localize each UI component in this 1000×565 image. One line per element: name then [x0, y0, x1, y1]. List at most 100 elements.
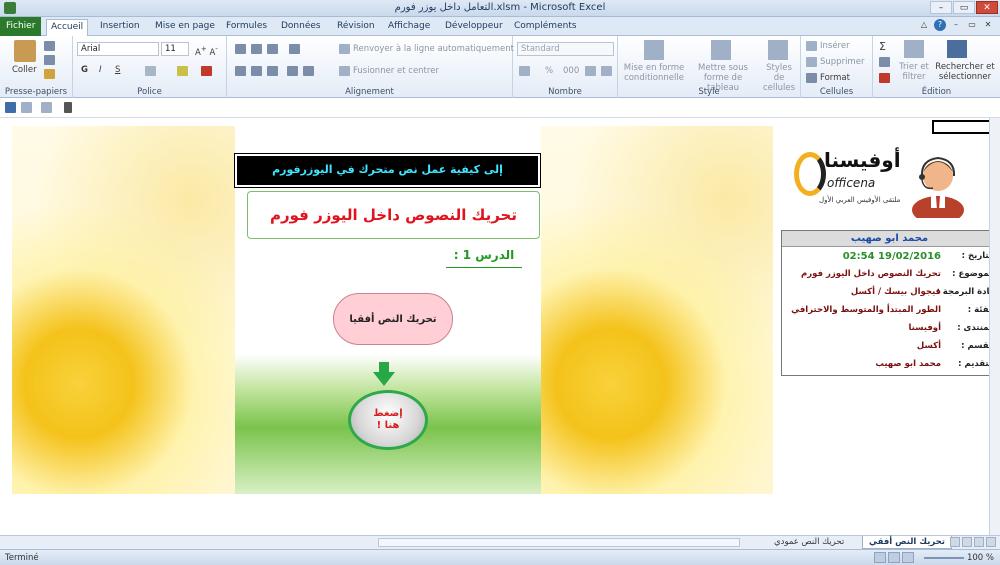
click-here-button[interactable]: إضغط هنا ! — [348, 390, 428, 450]
fill-color-icon[interactable] — [177, 66, 188, 76]
thousands-button[interactable]: 000 — [563, 66, 579, 76]
align-right-icon[interactable] — [267, 66, 278, 76]
group-label-alignment: Alignement — [345, 87, 394, 97]
wrap-text-button[interactable]: Renvoyer à la ligne automatiquement — [353, 44, 514, 54]
quick-access-toolbar — [0, 98, 1000, 118]
minimize-button[interactable]: – — [930, 1, 952, 14]
italic-button[interactable]: I — [99, 65, 102, 75]
sheet-tab-vertical[interactable]: تحريك النص عمودي — [768, 536, 850, 549]
font-size-select[interactable]: 11 — [161, 42, 189, 56]
doc-close-icon[interactable]: ✕ — [982, 19, 994, 31]
decrease-decimal-icon[interactable] — [601, 66, 612, 76]
format-painter-icon[interactable] — [44, 69, 55, 79]
increase-decimal-icon[interactable] — [585, 66, 596, 76]
align-bottom-icon[interactable] — [267, 44, 278, 54]
tab-mise-en-page[interactable]: Mise en page — [151, 19, 219, 36]
sheet-nav-last-icon[interactable] — [986, 537, 996, 547]
tab-developpeur[interactable]: Développeur — [441, 19, 507, 36]
sort-filter-button[interactable]: Trier et filtrer — [897, 62, 931, 82]
fill-icon[interactable] — [879, 57, 890, 67]
tab-complements[interactable]: Compléments — [510, 19, 581, 36]
info-value: فيجوال بيسك / أكسل — [850, 287, 941, 297]
align-center-icon[interactable] — [251, 66, 262, 76]
close-button[interactable]: ✕ — [976, 1, 998, 14]
zoom-level[interactable]: 100 % — [967, 553, 994, 563]
view-page-break-icon[interactable] — [902, 552, 914, 563]
group-label-editing: Édition — [921, 87, 952, 97]
borders-icon[interactable] — [145, 66, 156, 76]
save-icon[interactable] — [5, 102, 16, 113]
tab-fichier[interactable]: Fichier — [0, 17, 42, 36]
font-color-icon[interactable] — [201, 66, 212, 76]
binoculars-icon — [947, 40, 967, 58]
font-name-select[interactable]: Arial — [77, 42, 159, 56]
increase-indent-icon[interactable] — [303, 66, 314, 76]
orientation-icon[interactable] — [289, 44, 300, 54]
zoom-slider[interactable] — [924, 557, 964, 559]
group-label-number: Nombre — [548, 87, 582, 97]
view-normal-icon[interactable] — [874, 552, 886, 563]
find-select-button[interactable]: Rechercher et sélectionner — [931, 62, 999, 82]
clear-icon[interactable] — [879, 73, 890, 83]
info-row-subject: الموضوع : تحريك النصوص داخل اليوزر فورم — [782, 266, 997, 284]
vertical-scrollbar[interactable] — [989, 118, 1000, 535]
conditional-format-button[interactable]: Mise en forme conditionnelle — [622, 63, 686, 83]
underline-button[interactable]: S — [115, 65, 120, 75]
ribbon-collapse-icon[interactable]: △ — [918, 19, 930, 31]
horizontal-scrollbar[interactable] — [378, 538, 740, 547]
group-font: Arial 11 A+ A- G I S Police — [73, 36, 227, 98]
align-top-icon[interactable] — [235, 44, 246, 54]
group-clipboard: Coller Presse-papiers — [0, 36, 73, 98]
redo-icon[interactable] — [41, 102, 52, 113]
bold-button[interactable]: G — [81, 65, 88, 75]
sheet-nav-next-icon[interactable] — [974, 537, 984, 547]
officena-logo-area: أوفيسنا officena ملتقى الأوفيس العربي ال… — [781, 144, 999, 230]
new-sheet-icon[interactable] — [745, 537, 757, 547]
decrease-indent-icon[interactable] — [287, 66, 298, 76]
doc-restore-icon[interactable]: ▭ — [966, 19, 978, 31]
tab-revision[interactable]: Révision — [333, 19, 379, 36]
view-page-layout-icon[interactable] — [888, 552, 900, 563]
tab-accueil[interactable]: Accueil — [46, 19, 89, 36]
currency-icon[interactable] — [519, 66, 530, 76]
percent-button[interactable]: % — [545, 66, 553, 76]
window-title: التعامل داخل يوزر فورم.xlsm - Microsoft … — [394, 2, 606, 13]
format-table-icon — [711, 40, 731, 60]
info-value: أوفيسنا — [908, 323, 941, 333]
autosum-button[interactable]: Σ — [879, 40, 886, 53]
tab-donnees[interactable]: Données — [277, 19, 325, 36]
tab-insertion[interactable]: Insertion — [96, 19, 144, 36]
delete-cells-icon — [806, 57, 817, 67]
merge-center-button[interactable]: Fusionner et centrer — [353, 66, 439, 76]
title-bar: التعامل داخل يوزر فورم.xlsm - Microsoft … — [0, 0, 1000, 17]
sheet-nav-first-icon[interactable] — [950, 537, 960, 547]
group-label-style: Style — [698, 87, 720, 97]
worksheet[interactable]: إلى كيفية عمل نص متحرك في اليوزرفورم تحر… — [0, 118, 1000, 535]
help-icon[interactable]: ? — [934, 19, 946, 31]
delete-cells-button[interactable]: Supprimer — [820, 57, 864, 67]
logo-arabic-text: أوفيسنا — [824, 148, 901, 172]
maximize-button[interactable]: ▭ — [953, 1, 975, 14]
paste-button[interactable]: Coller — [12, 65, 37, 75]
sheet-tab-horizontal[interactable]: تحريك النص أفقي — [862, 536, 952, 549]
tab-formules[interactable]: Formules — [222, 19, 271, 36]
undo-icon[interactable] — [21, 102, 32, 113]
align-left-icon[interactable] — [235, 66, 246, 76]
sheet-nav-prev-icon[interactable] — [962, 537, 972, 547]
cut-icon[interactable] — [44, 41, 55, 51]
doc-minimize-icon[interactable]: – — [950, 19, 962, 31]
group-alignment: Renvoyer à la ligne automatiquement Fusi… — [227, 36, 514, 98]
group-label-cells: Cellules — [819, 87, 854, 97]
tab-affichage[interactable]: Affichage — [384, 19, 434, 36]
paste-icon[interactable] — [14, 40, 36, 62]
copy-icon[interactable] — [44, 55, 55, 65]
arrow-down-icon — [373, 362, 395, 386]
info-row-section: القسم : أكسل — [782, 338, 997, 356]
grow-font-icon[interactable]: A+ A- — [195, 44, 218, 58]
lesson-number: الدرس 1 : — [446, 248, 522, 268]
number-format-select[interactable]: Standard — [517, 42, 614, 56]
customize-qat-icon[interactable] — [64, 102, 72, 113]
format-cells-button[interactable]: Format — [820, 73, 850, 83]
align-middle-icon[interactable] — [251, 44, 262, 54]
insert-cells-button[interactable]: Insérer — [820, 41, 850, 51]
